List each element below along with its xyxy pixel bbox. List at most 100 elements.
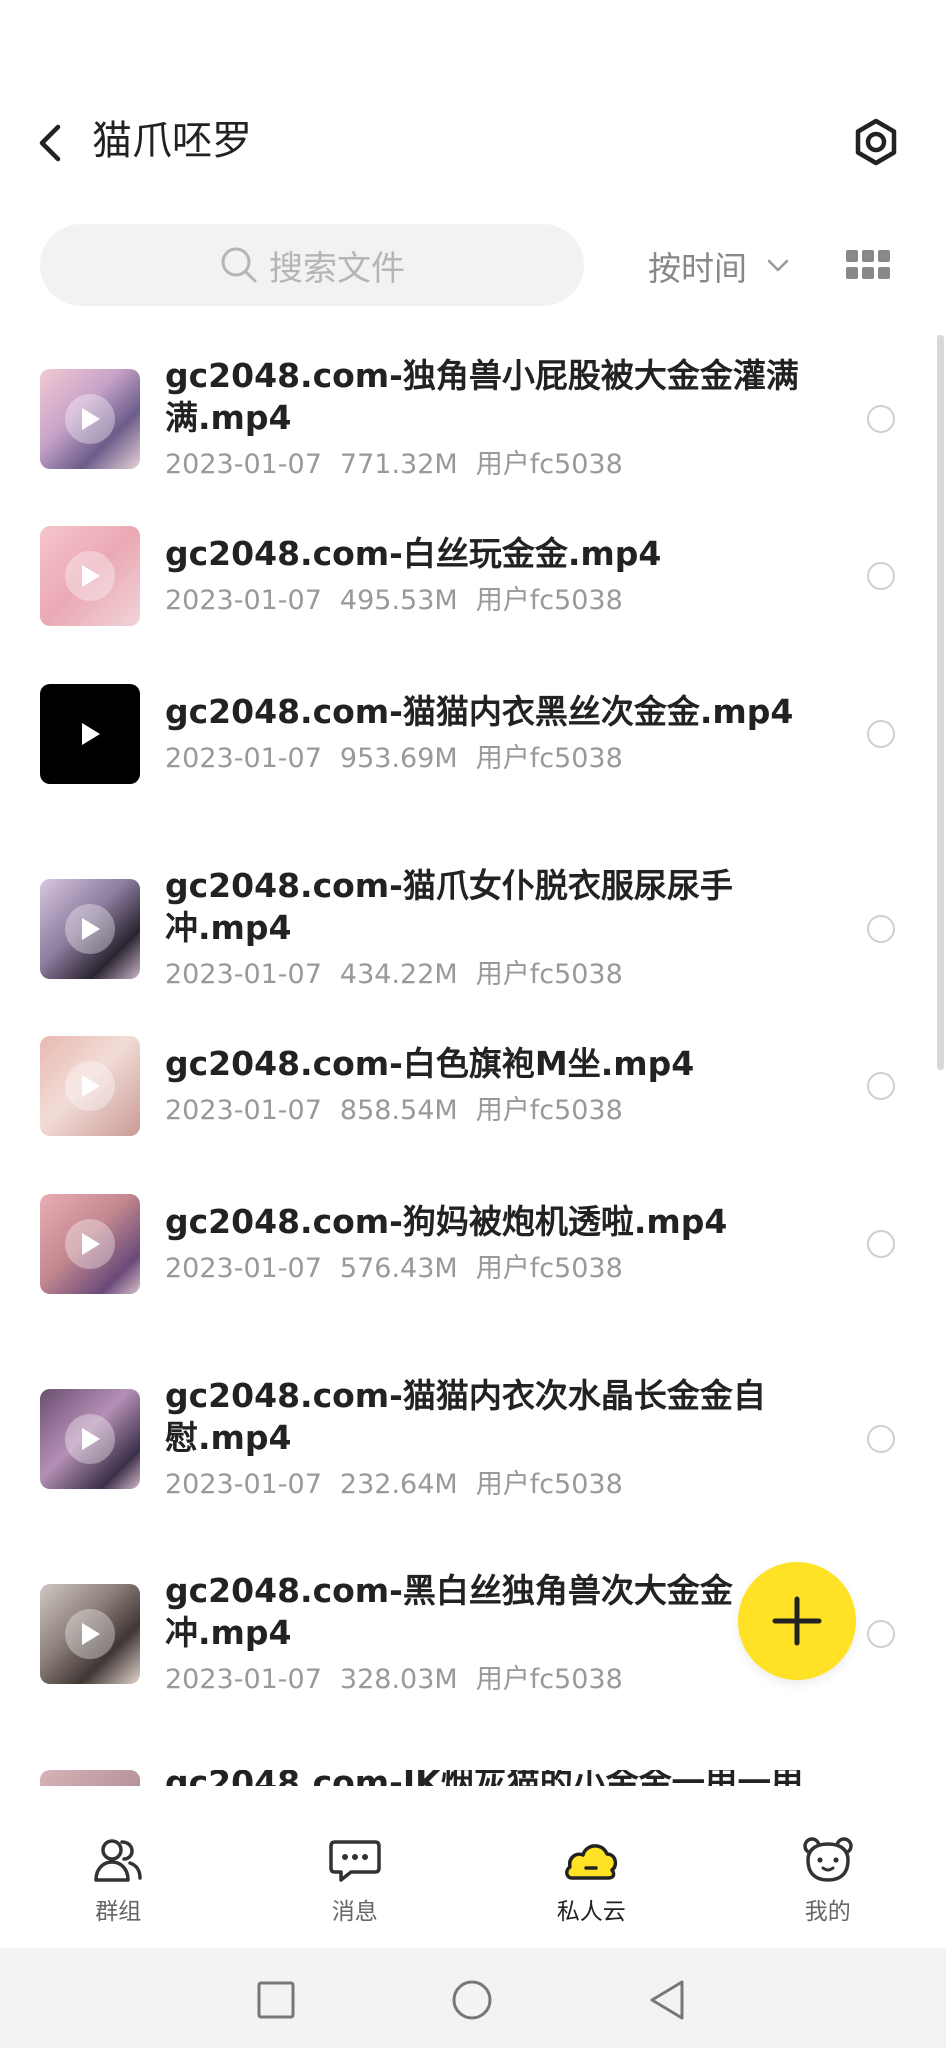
video-thumbnail[interactable] (40, 1036, 140, 1136)
gear-icon (855, 118, 897, 166)
file-size: 953.69M (339, 743, 458, 774)
tab-groups[interactable]: 群组 (0, 1802, 237, 1948)
back-button[interactable] (30, 118, 70, 168)
file-meta: 2023-01-07 576.43M 用户fc5038 (165, 1251, 641, 1287)
file-date: 2023-01-07 (165, 743, 322, 774)
file-owner: 用户fc5038 (475, 1469, 623, 1500)
video-thumbnail[interactable] (40, 1770, 140, 1786)
play-icon (65, 1609, 115, 1659)
file-date: 2023-01-07 (165, 1095, 322, 1126)
select-radio[interactable] (867, 405, 895, 433)
circle-icon (452, 1980, 492, 2020)
play-icon (65, 709, 115, 759)
play-icon (65, 1061, 115, 1111)
play-icon (65, 394, 115, 444)
file-name: gc2048.com-白色旗袍M坐.mp4 (165, 1044, 695, 1083)
video-thumbnail[interactable] (40, 369, 140, 469)
file-owner: 用户fc5038 (475, 1095, 623, 1126)
message-icon (329, 1840, 381, 1882)
system-navigation-bar (0, 1948, 946, 2048)
file-name: gc2048.com-猫爪女仆脱衣服尿尿手冲.mp4 (165, 866, 733, 947)
select-radio[interactable] (867, 562, 895, 590)
sort-dropdown[interactable]: 按时间 (648, 240, 789, 292)
select-radio[interactable] (867, 1072, 895, 1100)
file-name: gc2048.com-白丝玩金金.mp4 (165, 534, 662, 573)
scrollbar[interactable] (937, 335, 944, 1070)
select-radio[interactable] (867, 915, 895, 943)
file-date: 2023-01-07 (165, 449, 322, 480)
file-owner: 用户fc5038 (475, 1253, 623, 1284)
bear-face-icon (803, 1837, 853, 1882)
file-date: 2023-01-07 (165, 1469, 322, 1500)
video-thumbnail[interactable] (40, 1389, 140, 1489)
file-meta: 2023-01-07 434.22M 用户fc5038 (165, 957, 641, 993)
select-radio[interactable] (867, 720, 895, 748)
chevron-down-icon (767, 259, 789, 272)
settings-button[interactable] (850, 116, 902, 168)
video-thumbnail[interactable] (40, 684, 140, 784)
chevron-left-icon (39, 124, 61, 162)
search-icon (221, 247, 257, 283)
tab-label: 我的 (804, 1899, 851, 1925)
video-thumbnail[interactable] (40, 879, 140, 979)
home-button[interactable] (450, 1978, 494, 2022)
search-input[interactable]: 搜索文件 (40, 224, 584, 306)
file-name: gc2048.com-JK烟灰猫的小金金一甩一甩 (165, 1770, 815, 1786)
file-name: gc2048.com-独角兽小屁股被大金金灌满满.mp4 (165, 356, 799, 437)
file-owner: 用户fc5038 (475, 585, 623, 616)
select-radio[interactable] (867, 1230, 895, 1258)
file-owner: 用户fc5038 (475, 743, 623, 774)
file-date: 2023-01-07 (165, 585, 322, 616)
file-meta: 2023-01-07 771.32M 用户fc5038 (165, 447, 641, 483)
file-size: 576.43M (339, 1253, 458, 1284)
file-date: 2023-01-07 (165, 1664, 322, 1695)
file-size: 434.22M (339, 959, 458, 990)
video-thumbnail[interactable] (40, 1584, 140, 1684)
file-size: 858.54M (339, 1095, 458, 1126)
back-nav-button[interactable] (646, 1978, 690, 2022)
file-name: gc2048.com-猫猫内衣黑丝次金金.mp4 (165, 692, 794, 731)
file-size: 328.03M (339, 1664, 458, 1695)
file-name: gc2048.com-黑白丝独角兽次大金金冲.mp4 (165, 1571, 733, 1652)
file-meta: 2023-01-07 953.69M 用户fc5038 (165, 741, 641, 777)
triangle-back-icon (650, 1980, 684, 2020)
file-meta: 2023-01-07 232.64M 用户fc5038 (165, 1467, 641, 1503)
file-owner: 用户fc5038 (475, 1664, 623, 1695)
select-radio[interactable] (867, 1425, 895, 1453)
file-date: 2023-01-07 (165, 959, 322, 990)
list-item[interactable]: gc2048.com-JK烟灰猫的小金金一甩一甩 (0, 1770, 946, 1786)
grid-view-button[interactable] (846, 250, 890, 280)
recents-button[interactable] (254, 1978, 298, 2022)
grid-view-icon (846, 250, 890, 279)
plus-icon (772, 1596, 822, 1646)
video-thumbnail[interactable] (40, 1194, 140, 1294)
play-icon (65, 1414, 115, 1464)
file-owner: 用户fc5038 (475, 449, 623, 480)
tab-mine[interactable]: 我的 (710, 1802, 946, 1948)
file-name: gc2048.com-猫猫内衣次水晶长金金自慰.mp4 (165, 1376, 766, 1457)
file-date: 2023-01-07 (165, 1253, 322, 1284)
file-size: 232.64M (339, 1469, 458, 1500)
file-name: gc2048.com-狗妈被炮机透啦.mp4 (165, 1202, 728, 1241)
file-meta: 2023-01-07 495.53M 用户fc5038 (165, 583, 641, 619)
file-meta: 2023-01-07 858.54M 用户fc5038 (165, 1093, 641, 1129)
group-icon (94, 1839, 142, 1882)
tab-messages[interactable]: 消息 (237, 1802, 474, 1948)
file-size: 771.32M (339, 449, 458, 480)
file-size: 495.53M (339, 585, 458, 616)
search-placeholder: 搜索文件 (269, 248, 405, 289)
bottom-tab-bar: 群组 消息 私人云 我的 (0, 1802, 946, 1948)
play-icon (65, 1219, 115, 1269)
video-thumbnail[interactable] (40, 526, 140, 626)
add-button[interactable] (738, 1562, 856, 1680)
tab-label: 消息 (331, 1899, 378, 1925)
play-icon (65, 904, 115, 954)
tab-private-cloud[interactable]: 私人云 (473, 1802, 710, 1948)
page-title: 猫爪呸罗 (92, 118, 252, 164)
file-owner: 用户fc5038 (475, 959, 623, 990)
select-radio[interactable] (867, 1620, 895, 1648)
sort-label: 按时间 (648, 249, 747, 288)
file-meta: 2023-01-07 328.03M 用户fc5038 (165, 1662, 641, 1698)
top-bar: 猫爪呸罗 (0, 0, 946, 200)
play-icon (65, 551, 115, 601)
